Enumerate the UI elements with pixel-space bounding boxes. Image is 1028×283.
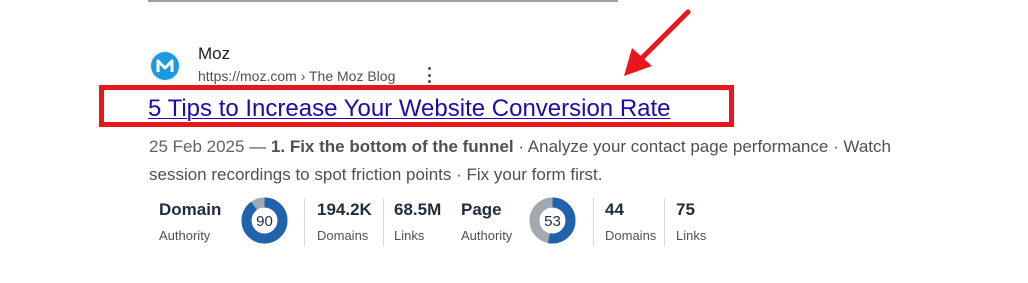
page-authority-score: 53 bbox=[544, 213, 561, 230]
page-authority-label: Page Authority bbox=[461, 200, 513, 243]
linking-domains-metric: 194.2K Domains bbox=[317, 200, 372, 243]
moz-logo-icon bbox=[151, 52, 179, 80]
domain-authority-label: Domain Authority bbox=[159, 200, 222, 243]
divider bbox=[664, 198, 665, 246]
result-snippet: 25 Feb 2025 — 1. Fix the bottom of the f… bbox=[149, 133, 929, 189]
links-metric: 68.5M Links bbox=[394, 200, 442, 243]
domain-authority-score: 90 bbox=[256, 213, 273, 230]
links-metric: 75 Links bbox=[676, 200, 707, 243]
result-title-link[interactable]: 5 Tips to Increase Your Website Conversi… bbox=[148, 95, 671, 123]
previous-snippet-cutoff bbox=[148, 0, 618, 4]
divider bbox=[593, 198, 594, 246]
moz-metrics-bar: Domain Authority 90 194.2K Domains 68.5M… bbox=[149, 194, 729, 250]
snippet-bold-text: 1. Fix the bottom of the funnel bbox=[270, 137, 514, 156]
linking-domains-metric: 44 Domains bbox=[605, 200, 657, 243]
site-url-breadcrumb[interactable]: https://moz.com › The Moz Blog bbox=[198, 68, 395, 84]
snippet-separator: — bbox=[244, 137, 271, 156]
annotation-arrow-icon bbox=[624, 9, 691, 76]
moz-favicon[interactable] bbox=[149, 50, 181, 82]
page-authority-gauge: 53 bbox=[529, 197, 576, 244]
snippet-date: 25 Feb 2025 bbox=[149, 137, 245, 156]
domain-authority-gauge: 90 bbox=[241, 197, 288, 244]
divider bbox=[383, 198, 384, 246]
divider bbox=[304, 198, 305, 246]
site-name[interactable]: Moz bbox=[198, 44, 230, 64]
more-options-icon[interactable] bbox=[424, 67, 434, 83]
